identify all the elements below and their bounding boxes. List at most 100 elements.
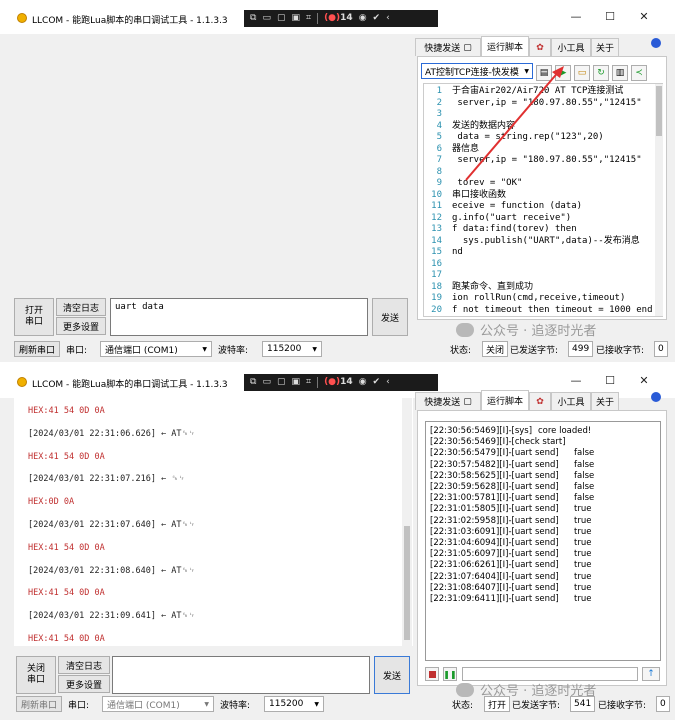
console-line: [22:31:01:5805][I]-[uart send] true	[430, 504, 591, 515]
send-input[interactable]: uart data	[110, 298, 368, 336]
baud-value: 115200	[267, 344, 302, 354]
window-icon[interactable]: ▢	[277, 13, 286, 24]
more-settings-button[interactable]: 更多设置	[56, 317, 106, 335]
console-tag: [22:31:06:6261][I]-[uart send]	[430, 560, 559, 571]
collapse-icon[interactable]: ‹	[386, 377, 390, 388]
console-tag: [22:30:56:5479][I]-[uart send]	[430, 448, 559, 459]
code-text: eceive = function (data)	[452, 201, 583, 211]
console-value: true	[574, 504, 592, 515]
sent-label: 已发送字节:	[510, 345, 559, 356]
log-hex-line: HEX:41 54 0D 0A	[28, 588, 105, 599]
refresh-port-button[interactable]: 刷新串口	[14, 341, 61, 357]
tab-tools[interactable]: 小工具	[551, 392, 591, 410]
maximize-icon[interactable]: ☐	[593, 374, 627, 387]
help-icon[interactable]	[651, 38, 661, 48]
video-icon[interactable]: ▭	[262, 377, 271, 388]
close-port-button[interactable]: 关闭 串口	[16, 656, 56, 694]
check-icon[interactable]: ✔	[373, 13, 381, 24]
tab-run-script[interactable]: 运行脚本	[481, 390, 529, 410]
close-icon[interactable]: ✕	[627, 374, 661, 387]
stop-button[interactable]	[425, 667, 439, 681]
clear-log-button[interactable]: 清空日志	[56, 298, 106, 316]
accessibility-icon[interactable]: ◉	[359, 377, 367, 388]
screenshot-icon[interactable]: ⧉	[250, 13, 256, 24]
pause-button[interactable]: ❚❚	[443, 667, 457, 681]
send-input[interactable]	[112, 656, 370, 694]
capture-icon[interactable]: ⌗	[306, 13, 311, 24]
script-console[interactable]: [22:30:56:5469][I]-[sys] core loaded! [22:…	[425, 421, 661, 661]
video-icon[interactable]: ▭	[262, 13, 271, 24]
console-value: false	[574, 448, 595, 459]
minimize-icon[interactable]: —	[559, 374, 593, 387]
chevron-down-icon: ▼	[202, 345, 207, 353]
line-number: 1	[436, 86, 442, 96]
send-button[interactable]: 发送	[374, 656, 410, 694]
editor-scrollbar[interactable]	[655, 84, 663, 316]
refresh-port-button[interactable]: 刷新串口	[16, 696, 63, 712]
book-icon: ▥	[615, 68, 625, 78]
window-controls: — ☐ ✕	[559, 10, 661, 23]
log-scroll-thumb[interactable]	[404, 526, 410, 640]
maximize-icon[interactable]: ☐	[593, 10, 627, 23]
code-text: 串口接收函数	[452, 189, 507, 200]
log-timestamp-line: [2024/03/01 22:31:07.216] ← ␍␊	[28, 474, 185, 485]
minimize-icon[interactable]: —	[559, 10, 593, 23]
line-number: 15	[431, 247, 442, 257]
editor-scroll-thumb[interactable]	[656, 86, 662, 136]
tab-about[interactable]: 关于	[591, 392, 619, 410]
send-button[interactable]: 发送	[372, 298, 408, 336]
tab-run-script[interactable]: 运行脚本	[481, 36, 529, 56]
window-title: LLCOM - 能跑Lua脚本的串口调试工具 - 1.1.3.3	[32, 16, 228, 26]
log-scrollbar[interactable]	[402, 398, 412, 646]
tab-quick-send[interactable]: 快捷发送 ▢	[415, 38, 481, 56]
console-line: [22:30:56:5469][I]-[check start]	[430, 437, 566, 448]
tab-about[interactable]: 关于	[591, 38, 619, 56]
accessibility-icon[interactable]: ◉	[359, 13, 367, 24]
sent-value: 499	[568, 341, 594, 357]
console-value: true	[574, 560, 592, 571]
clear-log-button[interactable]: 清空日志	[58, 656, 110, 674]
region-icon[interactable]: ▣	[291, 13, 300, 24]
tab-tools-icon[interactable]: ✿	[529, 392, 551, 410]
refresh-button[interactable]: ↻	[593, 65, 609, 81]
line-number: 3	[436, 109, 442, 119]
help-icon[interactable]	[651, 392, 661, 402]
port-select[interactable]: 通信端口 (COM1) ▼	[100, 341, 212, 357]
docs-button[interactable]: ▥	[612, 65, 628, 81]
console-tag: [22:31:07:6404][I]-[uart send]	[430, 571, 559, 582]
sent-label: 已发送字节:	[512, 700, 561, 711]
console-line: [22:30:59:5628][I]-[uart send] false	[430, 482, 594, 493]
log-area	[0, 34, 415, 294]
share-button[interactable]: ≺	[631, 65, 647, 81]
more-settings-button[interactable]: 更多设置	[58, 675, 110, 693]
tab-bar: 快捷发送 ▢ 运行脚本 ✿ 小工具 关于	[415, 36, 675, 56]
record-count: (●)14	[324, 13, 353, 23]
tab-quick-send[interactable]: 快捷发送 ▢	[415, 392, 481, 410]
window-icon[interactable]: ▢	[277, 377, 286, 388]
log-timestamp-line: [2024/03/01 22:31:06.626] ← AT␍␊	[28, 428, 196, 439]
console-tag: [22:31:02:5958][I]-[uart send]	[430, 515, 559, 526]
console-line: [22:31:02:5958][I]-[uart send] true	[430, 515, 591, 527]
capture-icon[interactable]: ⌗	[306, 377, 311, 388]
recv-label: 已接收字节:	[596, 345, 645, 356]
baud-select[interactable]: 115200 ▼	[264, 696, 324, 712]
close-icon[interactable]: ✕	[627, 10, 661, 23]
port-select[interactable]: 通信端口 (COM1) ▼	[102, 696, 214, 712]
check-icon[interactable]: ✔	[373, 377, 381, 388]
script-send-button[interactable]: ↑	[642, 667, 660, 681]
baud-value: 115200	[269, 699, 304, 709]
receive-log[interactable]: HEX:41 54 0D 0A [2024/03/01 22:31:06.626]…	[14, 398, 413, 646]
tab-tools-icon[interactable]: ✿	[529, 38, 551, 56]
chevron-down-icon: ▼	[314, 700, 319, 708]
code-text: g.info("uart receive")	[452, 212, 572, 223]
toolbar-divider	[317, 377, 319, 388]
region-icon[interactable]: ▣	[291, 377, 300, 388]
screenshot-icon[interactable]: ⧉	[250, 377, 256, 388]
baud-select[interactable]: 115200 ▼	[262, 341, 322, 357]
tab-tools[interactable]: 小工具	[551, 38, 591, 56]
open-port-button[interactable]: 打开 串口	[14, 298, 54, 336]
script-input[interactable]	[462, 667, 638, 681]
collapse-icon[interactable]: ‹	[386, 13, 390, 24]
line-number: 12	[431, 212, 442, 223]
open-folder-button[interactable]: ▭	[574, 65, 590, 81]
